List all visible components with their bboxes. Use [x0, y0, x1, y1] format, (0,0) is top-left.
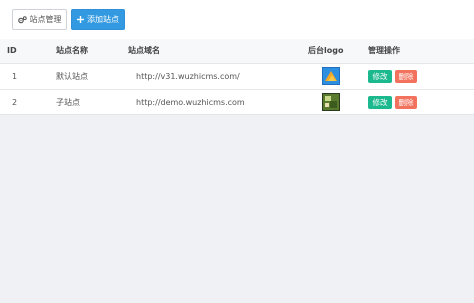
delete-button[interactable]: 删除 [395, 69, 417, 83]
toolbar: 站点管理 添加站点 [0, 0, 474, 38]
site-domain: http://v31.wuzhicms.com/ [136, 71, 240, 81]
header-site-name: 站点名称 [56, 39, 128, 64]
operations-cell: 修改 删除 [368, 63, 474, 89]
site-domain: http://demo.wuzhicms.com [136, 97, 245, 107]
site-manage-label: 站点管理 [29, 15, 62, 24]
edit-button[interactable]: 修改 [368, 69, 392, 83]
add-site-label: 添加站点 [87, 15, 119, 24]
delete-button[interactable]: 删除 [395, 95, 417, 109]
plus-icon [77, 16, 84, 23]
site-id: 1 [12, 71, 18, 81]
edit-button[interactable]: 修改 [368, 95, 392, 109]
site-name-text: 默认站点 [56, 71, 88, 81]
site-id: 2 [12, 97, 18, 107]
header-admin-logo: 后台logo [308, 39, 368, 64]
add-site-button[interactable]: 添加站点 [71, 9, 125, 30]
header-id: ID [0, 39, 56, 64]
site-logo-cell [308, 89, 368, 115]
site-name-text: 子站点 [56, 97, 80, 107]
operations-cell: 修改 删除 [368, 89, 474, 115]
table-row: 1 默认站点 http://v31.wuzhicms.com/ 修改 删除 [0, 63, 474, 89]
table-header-row: ID 站点名称 站点域名 后台logo 管理操作 [0, 39, 474, 64]
site-logo-image [322, 67, 340, 85]
site-name: 默认站点 [56, 63, 128, 89]
site-name: 子站点 [56, 89, 128, 115]
header-site-domain: 站点域名 [128, 39, 308, 64]
sites-table: ID 站点名称 站点域名 后台logo 管理操作 1 默认站点 http://v… [0, 39, 474, 115]
gears-icon [17, 15, 27, 24]
header-operations: 管理操作 [368, 39, 474, 64]
content-panel: 站点管理 添加站点 ID 站点名称 站点域名 后台logo 管理操作 1 默认站… [0, 0, 474, 115]
site-logo-image [322, 93, 340, 112]
table-row: 2 子站点 http://demo.wuzhicms.com 修改 删除 [0, 89, 474, 115]
site-logo-cell [308, 63, 368, 89]
site-manage-button[interactable]: 站点管理 [12, 9, 67, 30]
